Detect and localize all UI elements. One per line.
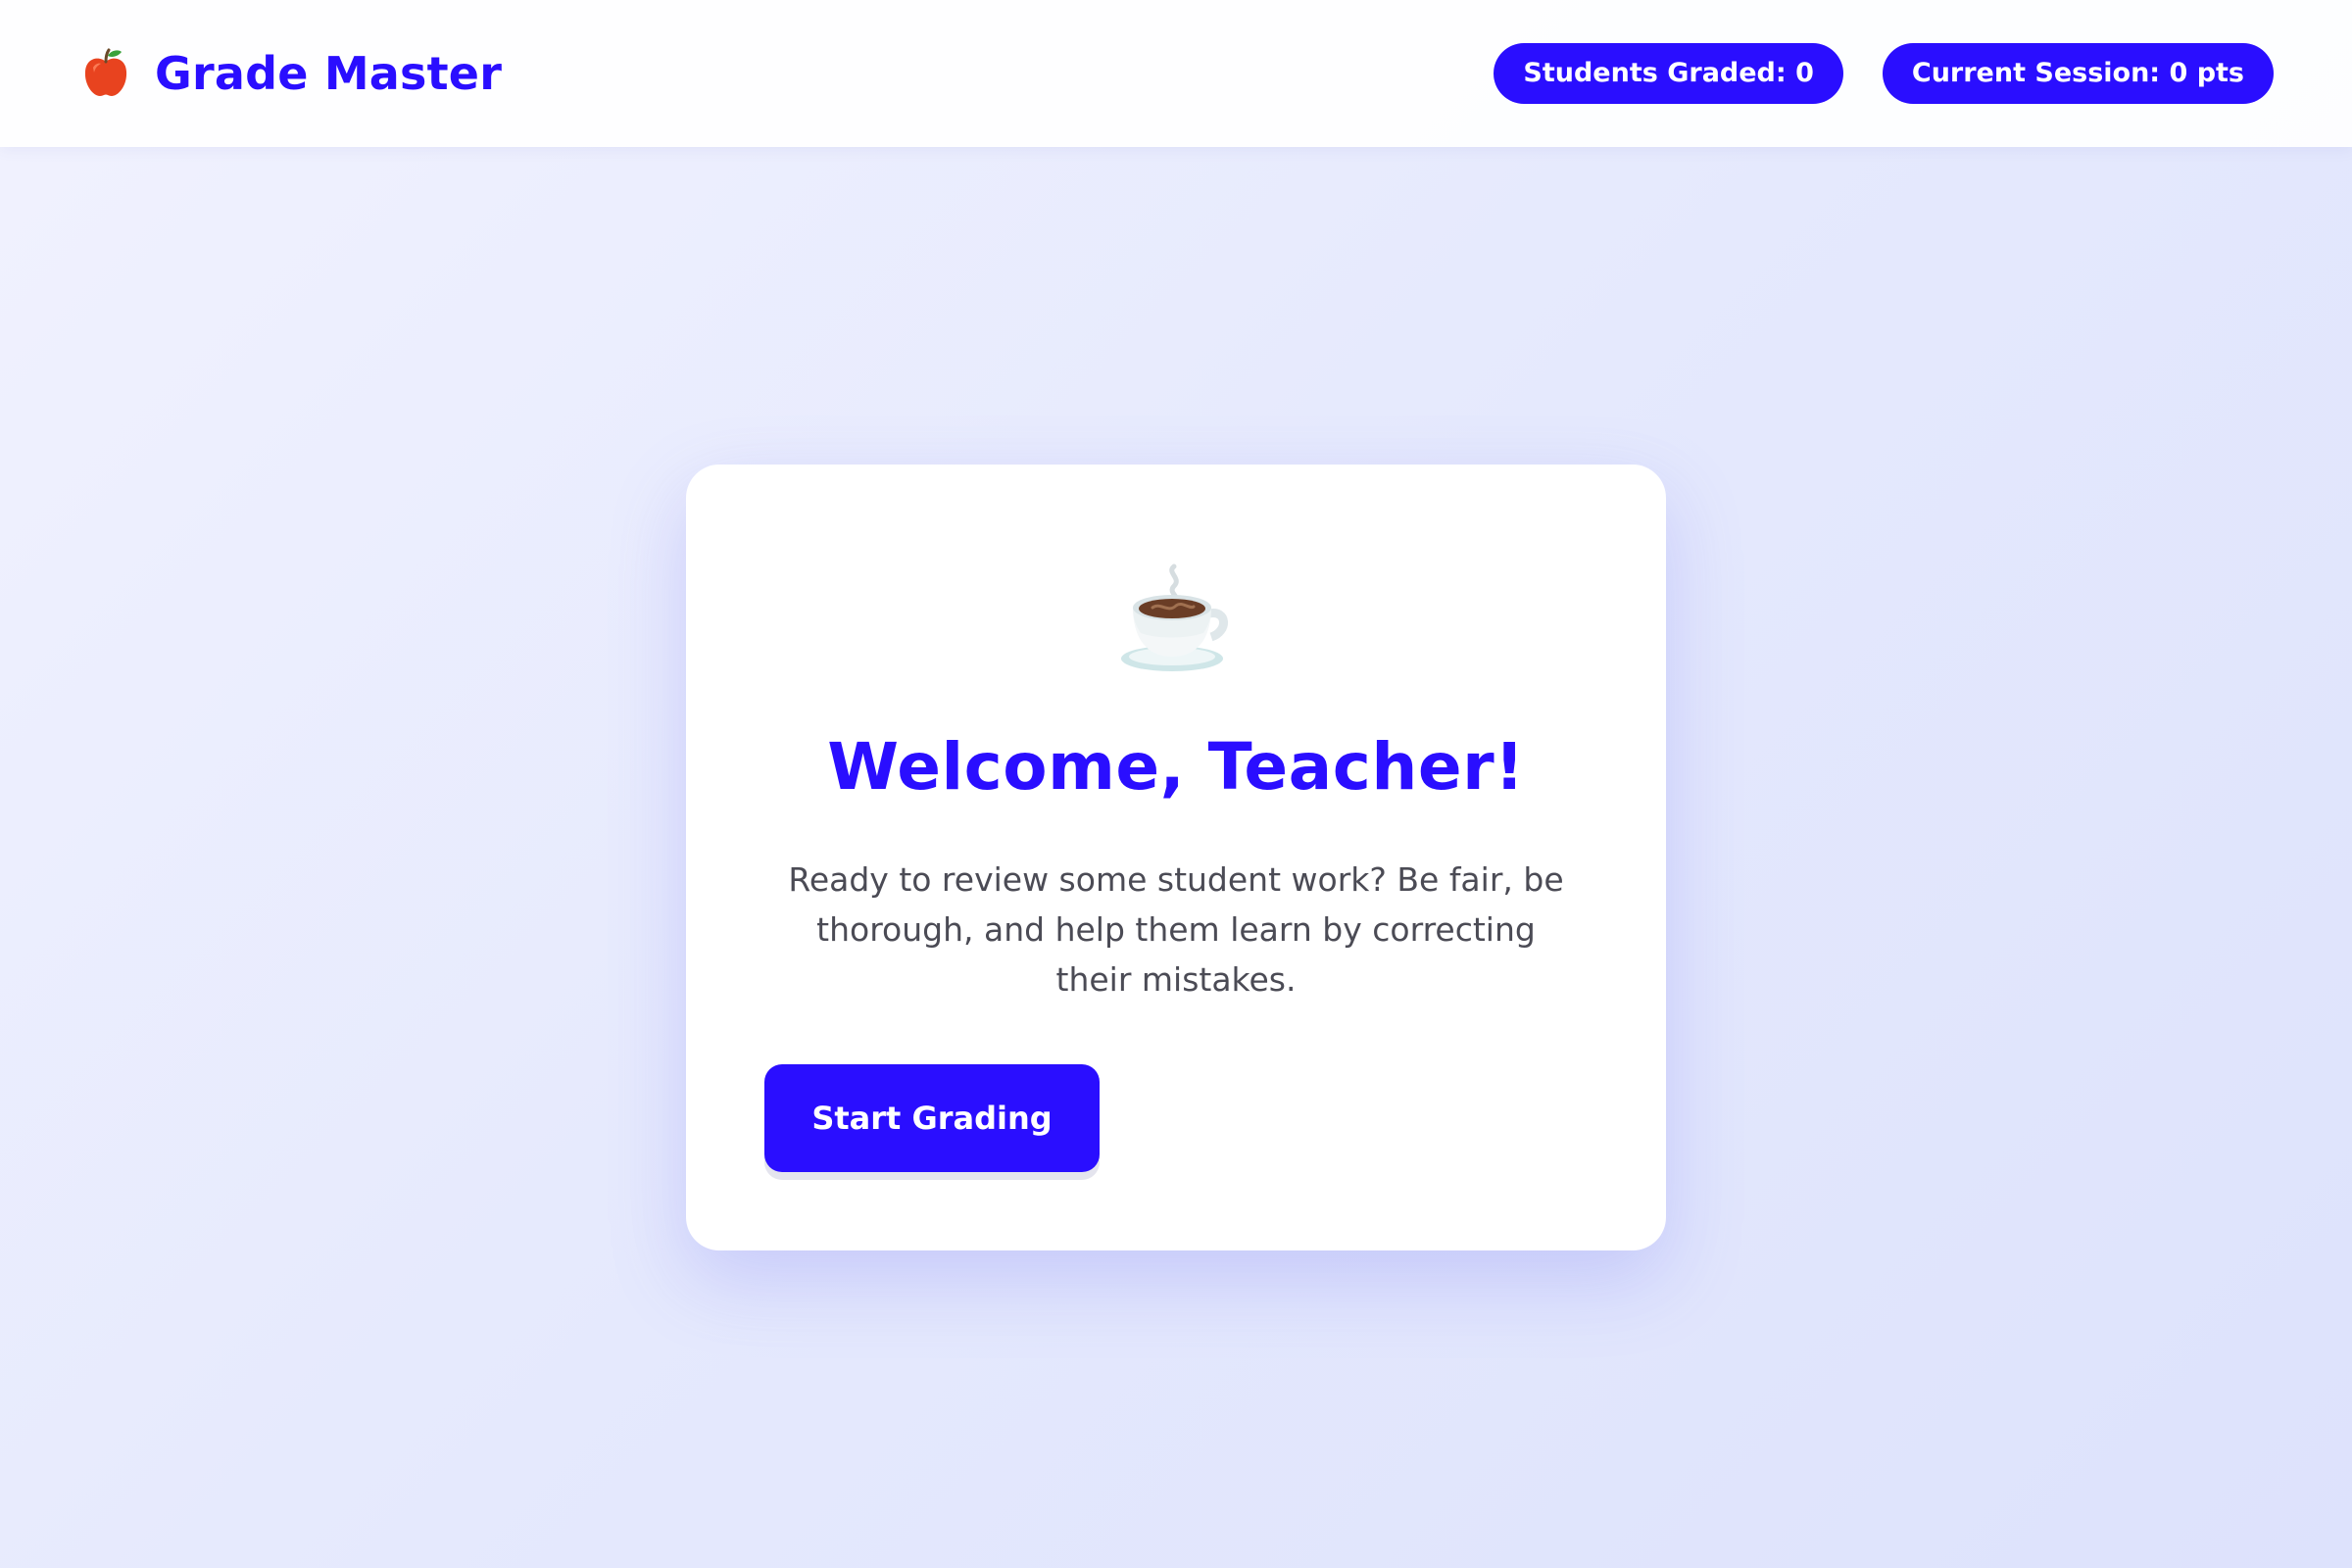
brand: Grade Master	[78, 46, 502, 101]
welcome-title: Welcome, Teacher!	[827, 729, 1525, 805]
welcome-card: Welcome, Teacher! Ready to review some s…	[686, 465, 1666, 1250]
students-graded-badge: Students Graded: 0	[1494, 43, 1843, 104]
apple-icon	[78, 46, 133, 101]
app-title: Grade Master	[155, 47, 503, 100]
welcome-message: Ready to review some student work? Be fa…	[788, 860, 1564, 999]
app-header: Grade Master Students Graded: 0 Current …	[0, 0, 2352, 147]
stats-bar: Students Graded: 0 Current Session: 0 pt…	[1494, 43, 2274, 104]
coffee-icon	[1117, 559, 1235, 676]
current-session-badge: Current Session: 0 pts	[1882, 43, 2274, 104]
start-grading-button[interactable]: Start Grading	[764, 1064, 1100, 1172]
